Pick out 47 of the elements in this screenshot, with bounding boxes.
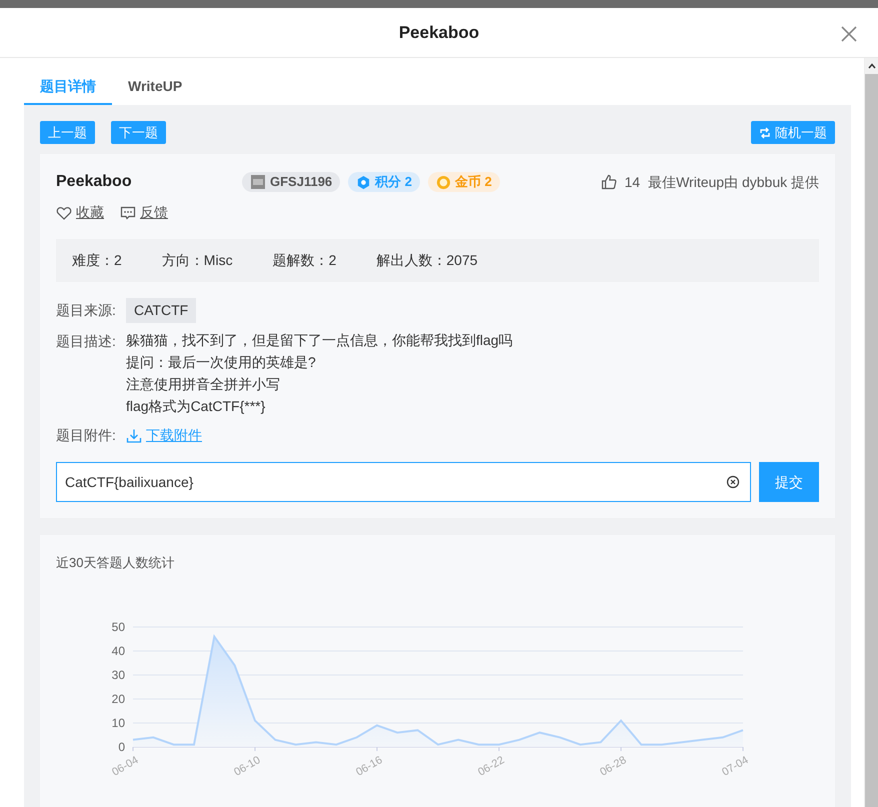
- y-tick-label: 50: [112, 620, 125, 634]
- badge-score: 积分 2: [348, 172, 420, 192]
- modal-title: Peekaboo: [398, 22, 480, 44]
- x-tick-label: 06-10: [232, 754, 262, 778]
- nav-button[interactable]: 上一题: [40, 121, 95, 144]
- action-link[interactable]: 反馈: [120, 202, 168, 223]
- badge-id: GFSJ1196: [242, 172, 340, 192]
- random-button[interactable]: 随机一题: [751, 121, 835, 144]
- scrollbar[interactable]: [864, 58, 878, 807]
- field-label: 题目描述:: [56, 332, 117, 351]
- nav-button[interactable]: 下一题: [111, 121, 166, 144]
- y-tick-label: 30: [112, 668, 125, 682]
- coin-icon: [436, 174, 451, 190]
- download-link[interactable]: 下载附件: [126, 425, 202, 446]
- description-line: flag格式为CatCTF{***}: [126, 397, 266, 416]
- hexagon-icon: [356, 174, 372, 190]
- stat-item: 方向：Misc: [162, 251, 233, 270]
- action-link[interactable]: 收藏: [56, 202, 104, 223]
- badge-coin: 金币 2: [428, 172, 500, 192]
- clear-icon[interactable]: [726, 475, 740, 489]
- y-tick-label: 40: [112, 644, 125, 658]
- submit-button[interactable]: 提交: [759, 462, 819, 502]
- scroll-up-icon[interactable]: [868, 63, 876, 69]
- stat-item: 难度：2: [72, 251, 122, 270]
- heart-icon: [56, 204, 72, 220]
- comment-icon: [120, 204, 136, 220]
- chart-title: 近30天答题人数统计: [56, 554, 176, 572]
- like-count: 14: [624, 172, 640, 192]
- description-line: 注意使用拼音全拼并小写: [126, 375, 281, 394]
- flag-input[interactable]: CatCTF{bailixuance}: [56, 462, 751, 502]
- field-label: 题目附件:: [56, 426, 117, 445]
- tab[interactable]: WriteUP: [112, 70, 198, 105]
- thumbs-up-icon[interactable]: [600, 174, 617, 190]
- y-tick-label: 20: [112, 692, 125, 706]
- description-line: 躲猫猫，找不到了，但是留下了一点信息，你能帮我找到flag吗: [126, 331, 513, 350]
- id-icon: [250, 174, 266, 190]
- repeat-icon: [759, 126, 771, 138]
- writeup-credit: 最佳Writeup由 dybbuk 提供: [648, 172, 819, 192]
- y-tick-label: 10: [112, 716, 125, 730]
- description-line: 提问：最后一次使用的英雄是?: [126, 353, 317, 372]
- download-icon: [126, 428, 142, 444]
- source-tag: CATCTF: [126, 298, 196, 323]
- field-label: 题目来源:: [56, 301, 117, 320]
- challenge-name: Peekaboo: [56, 172, 133, 192]
- y-tick-label: 0: [118, 740, 125, 754]
- stat-item: 题解数：2: [272, 251, 336, 270]
- stat-item: 解出人数：2075: [376, 251, 478, 270]
